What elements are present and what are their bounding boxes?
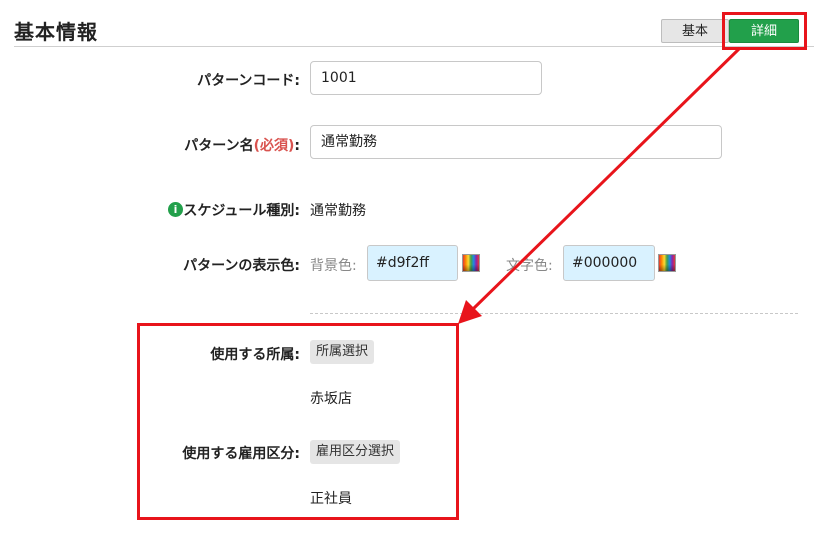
annotation-arrow-line	[470, 46, 742, 312]
annotation-arrow	[458, 46, 742, 324]
